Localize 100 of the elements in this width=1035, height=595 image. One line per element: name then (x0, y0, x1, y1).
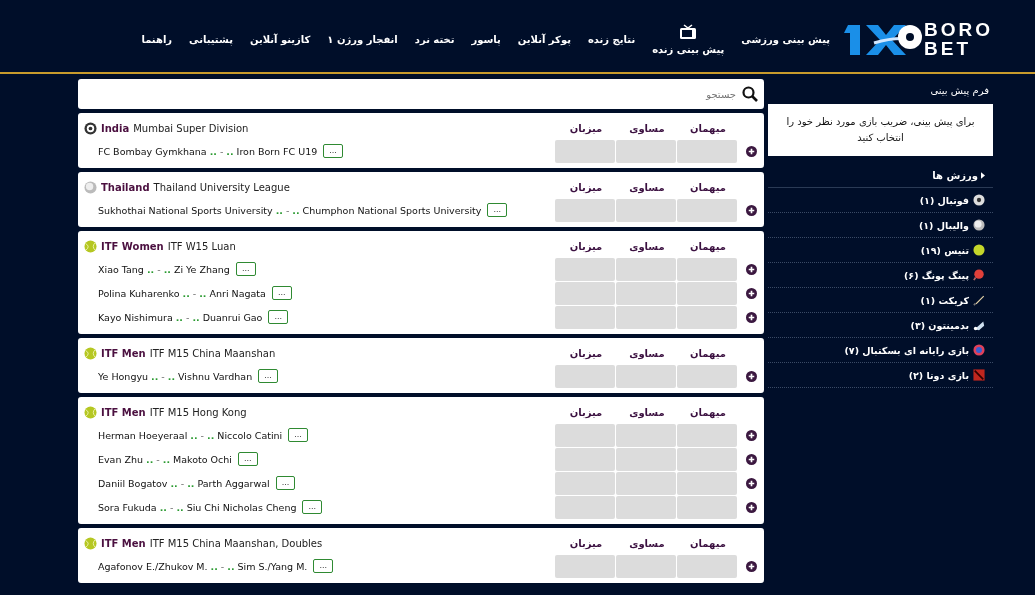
odds-cell[interactable] (555, 198, 615, 222)
odds-cell[interactable] (616, 364, 676, 388)
odds-column-header: مساوی (628, 406, 666, 418)
match-teams[interactable]: Sukhothai National Sports University .. - .. Chumphon National Sports University (98, 204, 482, 216)
match-teams[interactable]: Sora Fukuda .. - .. Siu Chi Nicholas Cheng (98, 501, 297, 513)
plus-circle-icon[interactable] (746, 429, 757, 441)
odds-column-header: میزبان (568, 347, 604, 359)
more-button[interactable]: ... (271, 286, 292, 300)
nav-link[interactable]: انفجار ورژن ۱ (327, 33, 398, 45)
sport-link[interactable]: تنیس (۱۹) (920, 244, 969, 256)
league-country: ITF Women (101, 240, 164, 252)
plus-circle-icon[interactable] (746, 560, 757, 572)
sport-link[interactable]: بدمینتون (۳) (910, 319, 969, 331)
match-teams[interactable]: Polina Kuharenko .. - .. Anri Nagata (98, 287, 266, 299)
nav-link[interactable]: کازینو آنلاین (249, 33, 311, 45)
odds-column-header: مساوی (628, 181, 666, 193)
odds-cell[interactable] (677, 305, 737, 329)
match-teams[interactable]: Ye Hongyu .. - .. Vishnu Vardhan (98, 370, 253, 382)
prediction-notice: برای پیش بینی، ضریب بازی مورد نظر خود را انتخاب کنید (768, 104, 993, 156)
nav-link[interactable]: پاسور (471, 33, 501, 45)
more-button[interactable]: ... (487, 203, 508, 217)
plus-circle-icon[interactable] (746, 287, 757, 299)
match-teams[interactable]: Evan Zhu .. - .. Makoto Ochi (98, 453, 232, 465)
odds-cell[interactable] (677, 198, 737, 222)
plus-circle-icon[interactable] (746, 263, 757, 275)
odds-column-header: میزبان (568, 181, 604, 193)
odds-cell[interactable] (677, 364, 737, 388)
more-button[interactable]: ... (288, 428, 308, 442)
nav-link[interactable]: پشتیبانی (189, 33, 233, 45)
odds-cell[interactable] (555, 495, 615, 519)
nav-link[interactable]: نتایج زنده (587, 33, 636, 45)
odds-cell[interactable] (677, 423, 737, 447)
site-logo[interactable]: BORO BET (844, 15, 993, 63)
volleyball-icon (973, 219, 985, 231)
odds-cell[interactable] (555, 364, 615, 388)
nav-link[interactable]: پیش بینی ورزشی (741, 33, 830, 45)
sport-link[interactable]: والیبال (۱) (918, 219, 969, 231)
match-teams[interactable]: Kayo Nishimura .. - .. Duanrui Gao (98, 311, 263, 323)
odds-cell[interactable] (616, 471, 676, 495)
odds-cell[interactable] (616, 257, 676, 281)
more-button[interactable]: ... (237, 452, 258, 466)
odds-cell[interactable] (555, 471, 615, 495)
odds-cell[interactable] (555, 305, 615, 329)
match-teams[interactable]: Agafonov E./Zhukov M. .. - .. Sim S./Yang M. (98, 560, 308, 572)
odds-cell[interactable] (616, 281, 676, 305)
odds-cell[interactable] (616, 198, 676, 222)
odds-cell[interactable] (677, 139, 737, 163)
volleyball-ball-icon (84, 180, 97, 194)
odds-cell[interactable] (616, 447, 676, 471)
odds-cell[interactable] (616, 305, 676, 329)
sidebar-title: فرم پیش بینی (929, 84, 990, 99)
odds-cell[interactable] (616, 495, 676, 519)
plus-circle-icon[interactable] (746, 370, 757, 382)
plus-circle-icon[interactable] (746, 204, 757, 216)
odds-cell[interactable] (555, 423, 615, 447)
sport-link[interactable]: بازی رایانه ای بسکتبال (۷) (844, 344, 969, 356)
plus-circle-icon[interactable] (746, 311, 757, 323)
nav-link[interactable]: راهنما (141, 33, 173, 45)
more-button[interactable]: ... (313, 559, 333, 573)
odds-cell[interactable] (616, 554, 676, 578)
match-teams[interactable]: Herman Hoeyeraal .. - .. Niccolo Catini (98, 429, 283, 441)
plus-circle-icon[interactable] (746, 477, 757, 489)
sport-link[interactable]: پینگ پونگ (۶) (904, 269, 969, 281)
league-name: ITF M15 Hong Kong (149, 406, 247, 418)
match-teams[interactable]: Xiao Tang .. - .. Zi Ye Zhang (98, 263, 230, 275)
odds-cell[interactable] (616, 423, 676, 447)
odds-cell[interactable] (677, 281, 737, 305)
sport-link[interactable]: بازی دوتا (۲) (908, 369, 969, 381)
badminton-icon (973, 319, 985, 331)
nav-link[interactable]: تخته نرد (414, 33, 455, 45)
search-bar[interactable]: جستجو (78, 79, 764, 109)
match-teams[interactable]: Daniil Bogatov .. - .. Parth Aggarwal (98, 477, 270, 489)
sports-heading[interactable]: ورزش ها (932, 170, 978, 181)
nav-link[interactable]: پیش بینی زنده (652, 23, 725, 55)
odds-cell[interactable] (555, 139, 615, 163)
sport-link[interactable]: فوتبال (۱) (919, 194, 969, 206)
more-button[interactable]: ... (275, 476, 296, 490)
more-button[interactable]: ... (302, 500, 323, 514)
search-field[interactable]: جستجو (84, 86, 736, 102)
odds-cell[interactable] (555, 447, 615, 471)
plus-circle-icon[interactable] (746, 453, 757, 465)
sport-link[interactable]: کریکت (۱) (920, 294, 969, 306)
plus-circle-icon[interactable] (746, 501, 757, 513)
odds-cell[interactable] (677, 471, 737, 495)
odds-cell[interactable] (677, 257, 737, 281)
odds-cell[interactable] (677, 495, 737, 519)
odds-cell[interactable] (677, 554, 737, 578)
odds-cell[interactable] (616, 139, 676, 163)
odds-cell[interactable] (555, 554, 615, 578)
odds-cell[interactable] (555, 257, 615, 281)
match-teams[interactable]: FC Bombay Gymkhana .. - .. Iron Born FC U19 (98, 145, 318, 157)
odds-cell[interactable] (555, 281, 615, 305)
more-button[interactable]: ... (268, 310, 289, 324)
more-button[interactable]: ... (323, 144, 343, 158)
more-button[interactable]: ... (258, 369, 278, 383)
plus-circle-icon[interactable] (746, 145, 757, 157)
tennis-ball-icon (84, 239, 97, 253)
more-button[interactable]: ... (235, 262, 256, 276)
odds-cell[interactable] (677, 447, 737, 471)
nav-link[interactable]: پوکر آنلاین (517, 33, 571, 45)
